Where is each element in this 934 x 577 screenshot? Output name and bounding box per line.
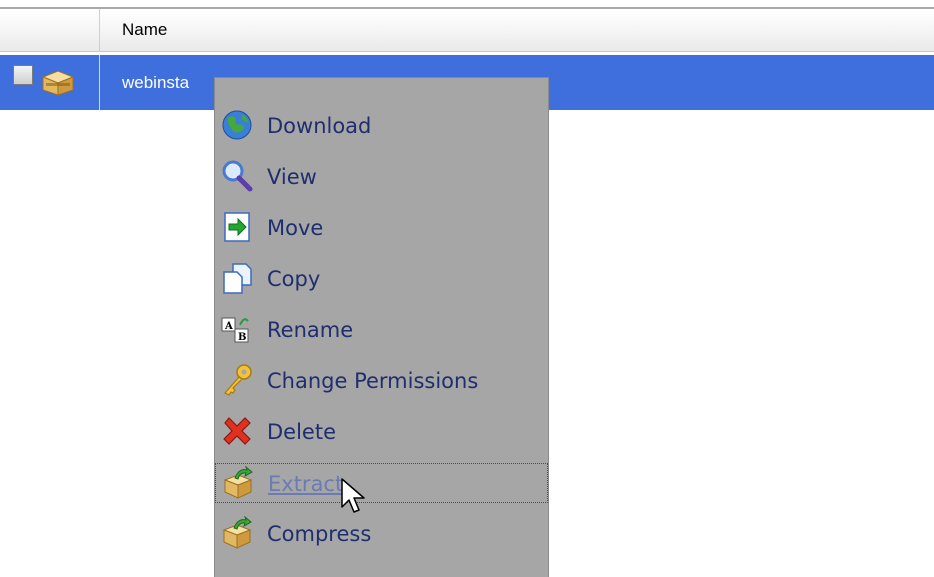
row-select-cell — [0, 55, 100, 110]
copy-pages-icon — [223, 263, 252, 294]
magnifier-icon — [222, 160, 253, 192]
menu-item-label: Move — [267, 216, 324, 240]
menu-item-copy[interactable]: Copy — [215, 259, 548, 299]
menu-item-download[interactable]: Download — [215, 106, 548, 146]
arrow-cursor-icon — [341, 478, 365, 513]
red-x-icon — [223, 417, 251, 445]
menu-item-label: Rename — [267, 318, 354, 342]
context-menu: Download View Move Copy A B Rename Chang… — [214, 77, 549, 577]
box-extract-icon — [223, 466, 253, 499]
menu-item-label: Copy — [267, 267, 321, 291]
globe-download-icon — [222, 110, 252, 140]
menu-item-compress[interactable]: Compress — [215, 514, 548, 554]
menu-item-label: Change Permissions — [267, 369, 479, 393]
menu-item-rename[interactable]: A B Rename — [215, 310, 548, 350]
name-column-header[interactable]: Name — [122, 9, 167, 51]
header-select-column[interactable] — [0, 9, 100, 51]
table-header: Name — [0, 7, 934, 52]
move-arrow-icon — [224, 212, 250, 242]
svg-text:A: A — [224, 321, 233, 332]
file-name[interactable]: webinsta — [122, 55, 189, 110]
menu-item-label: Compress — [267, 522, 372, 546]
menu-item-label: View — [267, 165, 317, 189]
key-icon — [224, 364, 252, 396]
menu-item-extract[interactable]: Extract — [215, 463, 548, 503]
menu-item-delete[interactable]: Delete — [215, 412, 548, 452]
menu-item-change-permissions[interactable]: Change Permissions — [215, 361, 548, 401]
box-compress-icon — [222, 516, 252, 549]
row-checkbox[interactable] — [13, 65, 33, 85]
menu-item-label: Download — [267, 114, 372, 138]
svg-text:B: B — [238, 332, 246, 343]
file-manager: Name webinsta Download View Move Copy A … — [0, 0, 934, 577]
menu-item-view[interactable]: View — [215, 157, 548, 197]
archive-icon — [41, 70, 75, 96]
menu-item-move[interactable]: Move — [215, 208, 548, 248]
menu-item-label: Delete — [267, 420, 336, 444]
rename-ab-icon: A B — [221, 317, 249, 343]
menu-item-label: Extract — [268, 472, 344, 496]
